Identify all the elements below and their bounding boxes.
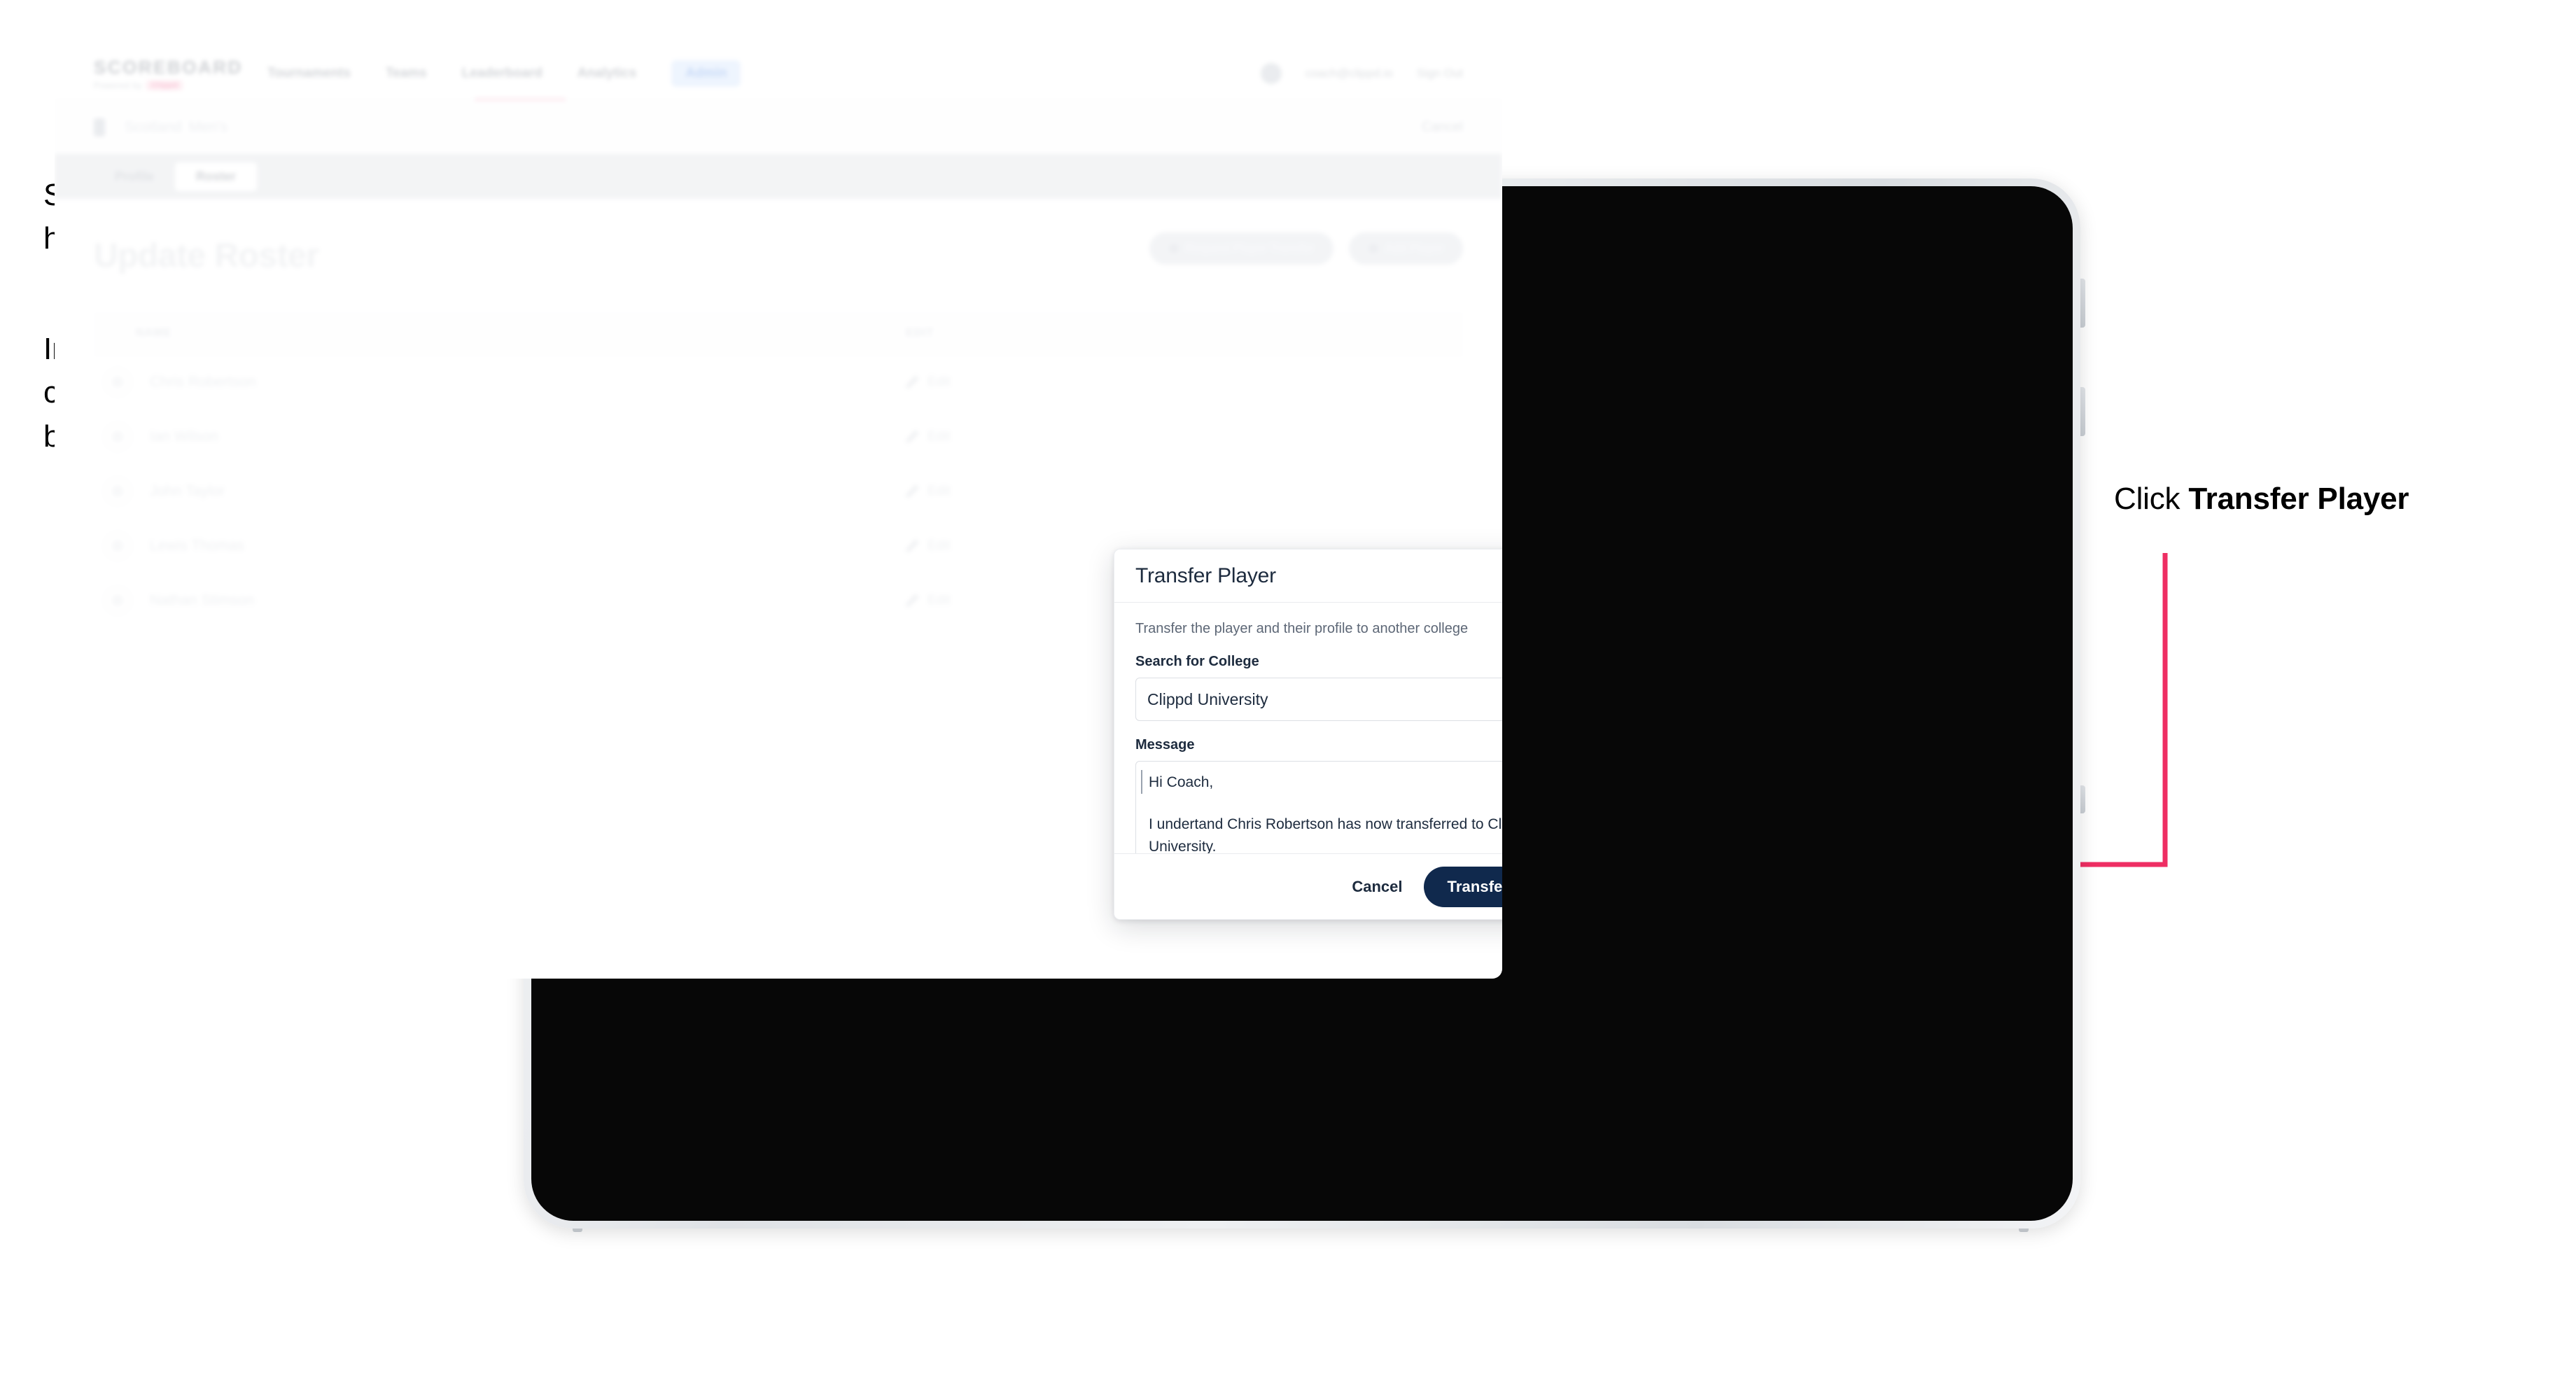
tab-roster[interactable]: Roster <box>175 162 258 191</box>
add-player-label: Add Player <box>1385 241 1443 255</box>
row-player: Chris Robertson <box>94 368 906 396</box>
player-name: Lewis Thomas <box>150 537 245 554</box>
edit-label: Edit <box>927 592 951 608</box>
row-edit-action[interactable]: Edit <box>906 484 1102 499</box>
logo-wordmark: SCOREBOARD <box>94 56 243 78</box>
nav-active-underline <box>475 98 566 101</box>
message-line-1: Hi Coach, <box>1149 774 1214 790</box>
player-name: Ian Wilson <box>150 428 219 444</box>
row-edit-action[interactable]: Edit <box>906 538 1102 554</box>
search-college-label: Search for College <box>1135 654 1259 669</box>
app-logo[interactable]: SCOREBOARD Powered by Clippd <box>94 56 243 90</box>
nav-item-analytics[interactable]: Analytics <box>578 66 636 81</box>
row-edit-action[interactable]: Edit <box>906 593 1102 608</box>
table-row[interactable]: John Taylor Edit <box>94 464 1463 519</box>
app-header: SCOREBOARD Powered by Clippd Tournaments… <box>55 46 1502 101</box>
transfer-icon <box>1168 244 1179 253</box>
player-avatar-icon <box>104 531 132 560</box>
pencil-icon <box>906 430 919 443</box>
player-name: Nathan Stimson <box>150 592 255 608</box>
annotation-click-transfer: Click Transfer Player <box>2114 477 2548 521</box>
table-row[interactable]: Ian Wilson Edit <box>94 410 1463 464</box>
modal-title: Transfer Player <box>1135 564 1276 587</box>
request-transfer-label: Request Player Transfer <box>1185 241 1314 255</box>
avatar[interactable] <box>1260 62 1282 84</box>
player-avatar-icon <box>104 422 132 451</box>
screenshot-canvas: Search for the college the player has tr… <box>0 0 2576 1386</box>
message-line-2: I undertand Chris Robertson has now tran… <box>1149 816 1502 855</box>
nav-item-leaderboard[interactable]: Leaderboard <box>462 66 542 81</box>
player-avatar-icon <box>104 368 132 396</box>
modal-subtitle: Transfer the player and their profile to… <box>1135 621 1469 636</box>
pencil-icon <box>906 539 919 552</box>
player-name: John Taylor <box>150 482 225 499</box>
pencil-icon <box>906 484 919 498</box>
edit-label: Edit <box>927 538 951 553</box>
row-player: Nathan Stimson <box>94 586 906 615</box>
breadcrumb-cancel[interactable]: Cancel <box>1422 120 1463 135</box>
logo-powered-by: Powered by <box>94 80 143 90</box>
row-player: John Taylor <box>94 477 906 505</box>
search-college-input[interactable] <box>1135 678 1502 721</box>
annotation-click-bold: Transfer Player <box>2188 482 2409 516</box>
tablet-screen: SCOREBOARD Powered by Clippd Tournaments… <box>55 46 1502 979</box>
tab-profile[interactable]: Profile <box>94 162 175 191</box>
edit-label: Edit <box>927 374 951 389</box>
logo-badge: Clippd <box>146 80 183 90</box>
breadcrumb-sub: Men's <box>188 118 228 135</box>
breadcrumb-team: Scotland <box>125 118 182 135</box>
transfer-player-modal: Transfer Player Transfer the player and … <box>1114 549 1502 920</box>
user-email: coach@clippd.io <box>1305 66 1393 80</box>
breadcrumb-text: Scotland Men's <box>118 119 227 136</box>
nav-item-admin[interactable]: Admin <box>671 59 741 87</box>
edit-label: Edit <box>927 428 951 444</box>
plus-icon <box>1368 244 1378 253</box>
sign-out-link[interactable]: Sign Out <box>1417 66 1463 80</box>
flag-icon <box>94 118 105 136</box>
edit-label: Edit <box>927 483 951 498</box>
player-avatar-icon <box>104 477 132 505</box>
pencil-icon <box>906 375 919 388</box>
row-edit-action[interactable]: Edit <box>906 429 1102 444</box>
row-player: Ian Wilson <box>94 422 906 451</box>
add-player-button[interactable]: Add Player <box>1348 232 1463 265</box>
pencil-icon <box>906 594 919 607</box>
app-user-area: coach@clippd.io Sign Out <box>1260 62 1463 84</box>
message-label: Message <box>1135 737 1195 752</box>
page-actions: Request Player Transfer Add Player <box>1149 232 1463 265</box>
player-name: Chris Robertson <box>150 373 256 390</box>
logo-subtext: Powered by Clippd <box>94 80 231 90</box>
row-player: Lewis Thomas <box>94 531 906 560</box>
app-nav: Tournaments Teams Leaderboard Analytics … <box>267 59 741 87</box>
row-edit-action[interactable]: Edit <box>906 374 1102 390</box>
column-header-edit: EDIT <box>906 326 934 339</box>
request-player-transfer-button[interactable]: Request Player Transfer <box>1149 232 1334 265</box>
nav-item-tournaments[interactable]: Tournaments <box>267 66 351 81</box>
modal-header: Transfer Player <box>1114 550 1502 603</box>
cancel-button[interactable]: Cancel <box>1352 878 1402 896</box>
annotation-click-prefix: Click <box>2114 482 2189 516</box>
transfer-player-button[interactable]: Transfer Player <box>1423 866 1502 907</box>
roster-table-header: NAME EDIT <box>94 312 1463 355</box>
player-avatar-icon <box>104 586 132 615</box>
app-tabs: Profile Roster <box>55 154 1502 199</box>
breadcrumb: Scotland Men's Cancel <box>55 101 1502 154</box>
modal-footer: Cancel Transfer Player <box>1114 853 1502 919</box>
nav-item-teams[interactable]: Teams <box>386 66 427 81</box>
table-row[interactable]: Chris Robertson Edit <box>94 355 1463 410</box>
column-header-name: NAME <box>136 326 172 339</box>
